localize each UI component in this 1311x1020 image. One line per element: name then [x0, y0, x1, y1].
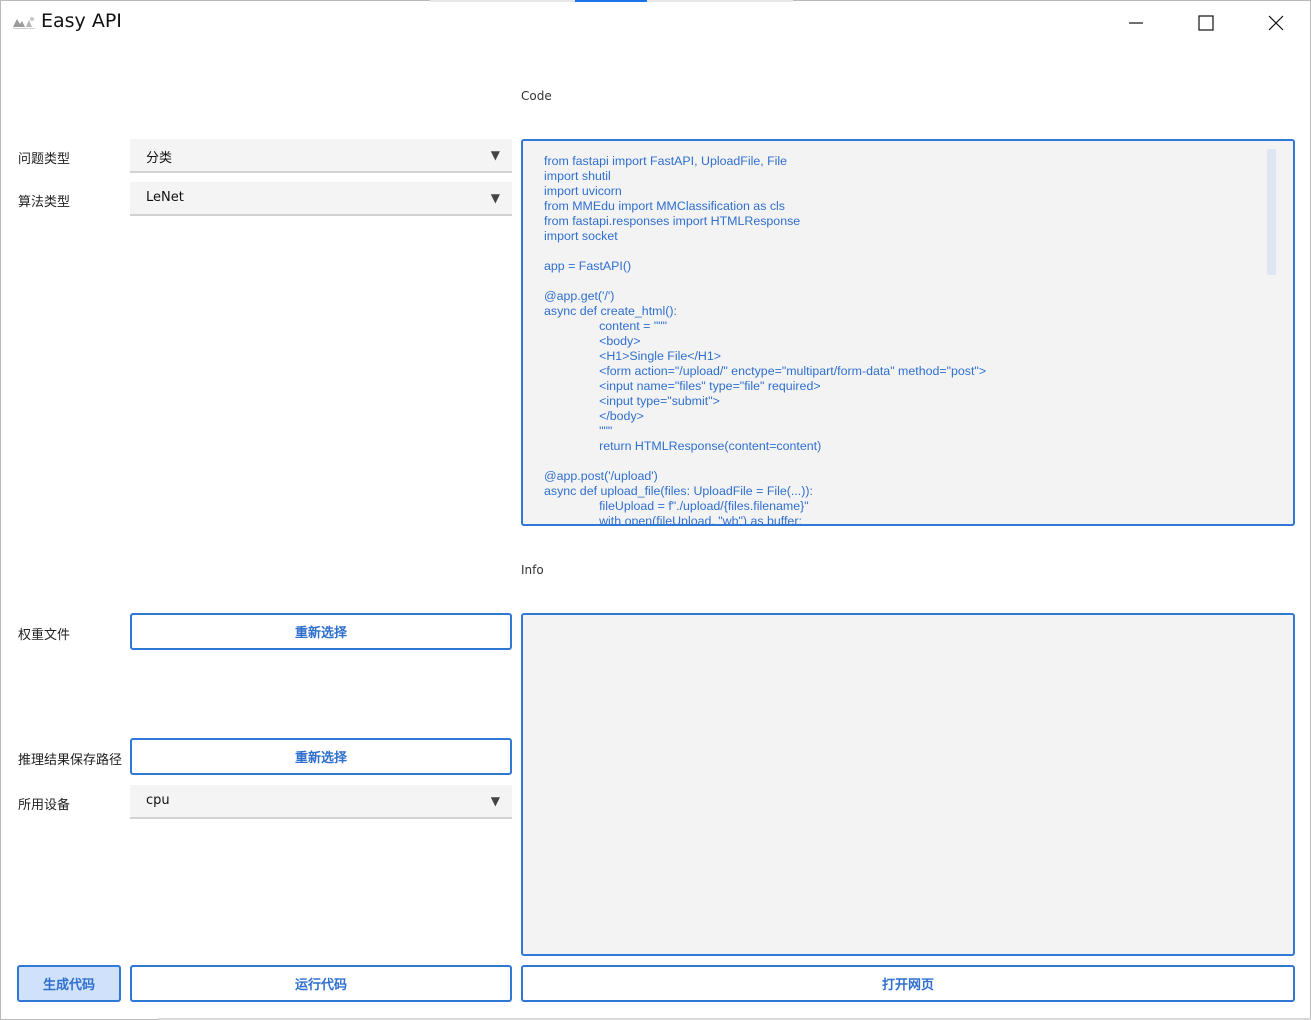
maximize-button[interactable] — [1171, 0, 1241, 46]
window-title: Easy API — [41, 10, 122, 32]
problem-type-label: 问题类型 — [18, 152, 71, 167]
problem-type-value: 分类 — [146, 151, 173, 166]
weights-file-choose-button[interactable]: 重新选择 — [130, 613, 512, 650]
info-section-label: Info — [521, 563, 544, 577]
info-output[interactable] — [521, 613, 1295, 956]
code-scrollbar[interactable] — [1267, 149, 1276, 275]
result-path-choose-button[interactable]: 重新选择 — [130, 738, 512, 775]
code-section-label: Code — [521, 89, 552, 103]
code-content[interactable]: from fastapi import FastAPI, UploadFile,… — [544, 154, 986, 524]
run-code-button[interactable]: 运行代码 — [130, 965, 512, 1002]
app-logo-icon — [12, 15, 36, 31]
result-path-label: 推理结果保存路径 — [18, 753, 123, 768]
device-label: 所用设备 — [18, 798, 71, 813]
generate-code-button[interactable]: 生成代码 — [17, 965, 121, 1002]
weights-file-label: 权重文件 — [18, 628, 71, 643]
close-button[interactable] — [1241, 0, 1311, 46]
dropdown-arrow-icon: ▼ — [490, 148, 500, 162]
maximize-icon — [1198, 15, 1214, 31]
code-editor[interactable]: from fastapi import FastAPI, UploadFile,… — [521, 139, 1295, 526]
device-value: cpu — [146, 793, 170, 808]
close-icon — [1268, 15, 1284, 31]
minimize-icon — [1128, 15, 1144, 31]
dropdown-arrow-icon: ▼ — [490, 794, 500, 808]
dropdown-arrow-icon: ▼ — [490, 191, 500, 205]
problem-type-select[interactable]: 分类 ▼ — [130, 139, 512, 173]
title-bar[interactable]: Easy API — [0, 0, 1311, 46]
algorithm-type-value: LeNet — [146, 190, 184, 205]
open-webpage-button[interactable]: 打开网页 — [521, 965, 1295, 1002]
algorithm-type-select[interactable]: LeNet ▼ — [130, 182, 512, 216]
algorithm-type-label: 算法类型 — [18, 195, 71, 210]
device-select[interactable]: cpu ▼ — [130, 785, 512, 819]
minimize-button[interactable] — [1101, 0, 1171, 46]
